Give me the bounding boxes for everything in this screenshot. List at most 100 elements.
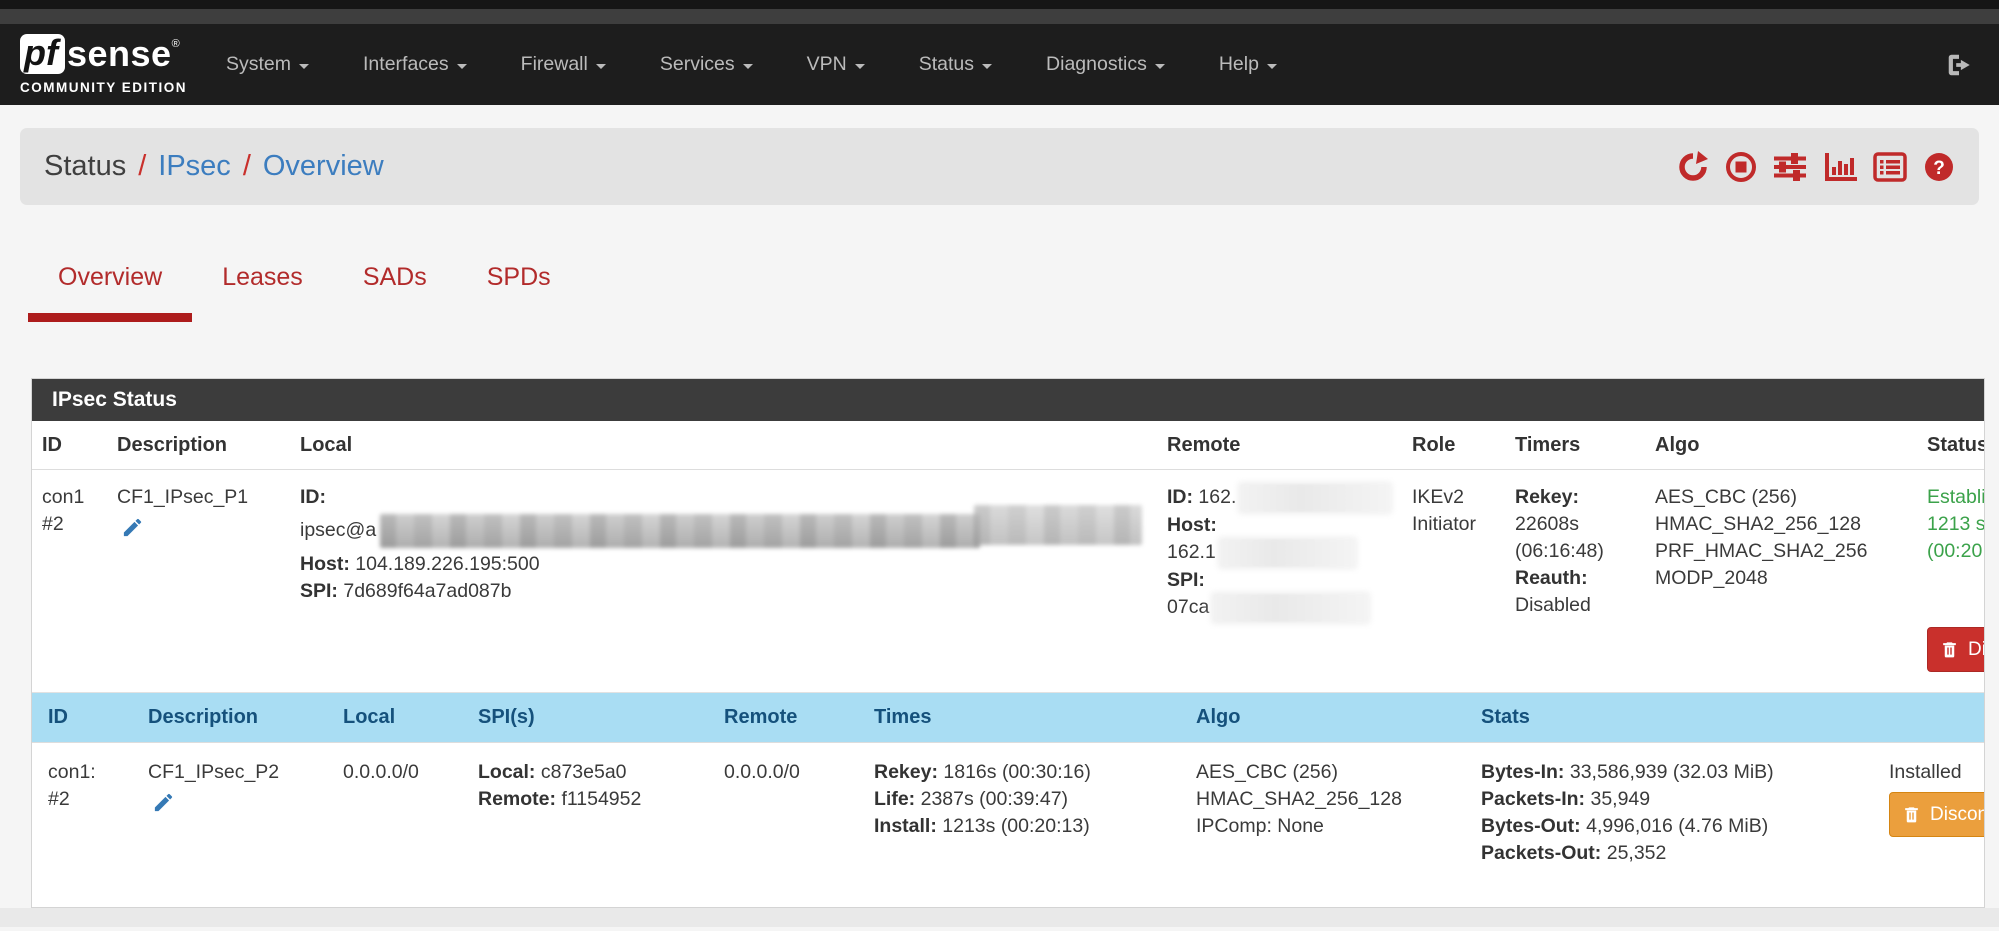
ike-algo-cell: AES_CBC (256) HMAC_SHA2_256_128 PRF_HMAC… bbox=[1645, 470, 1917, 693]
child-life-value: 2387s (00:39:47) bbox=[921, 788, 1068, 810]
redacted-blur bbox=[1220, 539, 1355, 567]
disconnect-button[interactable]: Disconnect bbox=[1927, 627, 1984, 672]
child-description-cell: CF1_IPsec_P2 bbox=[132, 743, 327, 908]
ike-header-row: ID Description Local Remote Role Timers … bbox=[32, 421, 1984, 470]
col-child-stats: Stats bbox=[1465, 693, 1873, 743]
svg-text:?: ? bbox=[1933, 158, 1945, 179]
connection-instance: #2 bbox=[42, 511, 97, 538]
child-times-cell: Rekey: 1816s (00:30:16) Life: 2387s (00:… bbox=[858, 743, 1180, 908]
col-child-description: Description bbox=[132, 693, 327, 743]
stop-icon[interactable] bbox=[1725, 151, 1757, 183]
col-child-spis: SPI(s) bbox=[462, 693, 708, 743]
nav-item-status[interactable]: Status bbox=[892, 53, 1019, 76]
chevron-down-icon bbox=[1155, 64, 1165, 69]
tab-sads[interactable]: SADs bbox=[333, 249, 457, 322]
breadcrumb-separator: / bbox=[243, 150, 251, 183]
local-host-value: 104.189.226.195:500 bbox=[355, 553, 539, 575]
child-install-value: 1213s (00:20:13) bbox=[942, 815, 1089, 837]
spi-local-value: c873e5a0 bbox=[541, 761, 627, 783]
nav-item-services[interactable]: Services bbox=[633, 53, 780, 76]
col-local: Local bbox=[290, 421, 1157, 470]
logo-registered-mark: ® bbox=[172, 38, 180, 50]
bar-chart-icon[interactable] bbox=[1823, 151, 1857, 183]
col-algo: Algo bbox=[1645, 421, 1917, 470]
tab-leases[interactable]: Leases bbox=[192, 249, 333, 322]
nav-item-diagnostics[interactable]: Diagnostics bbox=[1019, 53, 1192, 76]
nav-item-interfaces[interactable]: Interfaces bbox=[336, 53, 494, 76]
remote-host-label: Host: bbox=[1167, 514, 1217, 536]
child-local-cell: 0.0.0.0/0 bbox=[327, 743, 462, 908]
chevron-down-icon bbox=[1267, 64, 1277, 69]
remote-host-value: 162.1 bbox=[1167, 541, 1216, 563]
tab-overview[interactable]: Overview bbox=[28, 249, 192, 322]
breadcrumb-link-overview[interactable]: Overview bbox=[263, 150, 384, 183]
col-role: Role bbox=[1402, 421, 1505, 470]
navbar: pf sense ® COMMUNITY EDITION System Inte… bbox=[0, 24, 1999, 105]
child-remote-cell: 0.0.0.0/0 bbox=[708, 743, 858, 908]
col-timers: Timers bbox=[1505, 421, 1645, 470]
redacted-blur bbox=[1213, 594, 1368, 622]
algo-encryption: AES_CBC (256) bbox=[1655, 484, 1907, 511]
nav-item-firewall[interactable]: Firewall bbox=[494, 53, 633, 76]
nav-item-label: VPN bbox=[807, 53, 847, 76]
col-description: Description bbox=[107, 421, 290, 470]
bytes-in-label: Bytes-In: bbox=[1481, 761, 1564, 783]
window-title-strip bbox=[0, 9, 1999, 24]
pfsense-logo[interactable]: pf sense ® COMMUNITY EDITION bbox=[20, 34, 187, 95]
breadcrumb-bar: Status / IPsec / Overview bbox=[20, 128, 1979, 205]
log-list-icon[interactable] bbox=[1873, 151, 1907, 183]
breadcrumb-section: Status bbox=[44, 150, 126, 183]
child-status-installed: Installed bbox=[1889, 759, 1984, 786]
tab-bar: Overview Leases SADs SPDs bbox=[28, 249, 1999, 322]
edit-pencil-icon[interactable] bbox=[121, 516, 144, 539]
col-child-status bbox=[1873, 693, 1984, 743]
nav-item-vpn[interactable]: VPN bbox=[780, 53, 892, 76]
nav-item-help[interactable]: Help bbox=[1192, 53, 1304, 76]
nav-item-label: System bbox=[226, 53, 291, 76]
tab-spds[interactable]: SPDs bbox=[457, 249, 581, 322]
ike-sa-row: con1 #2 CF1_IPsec_P1 ID: ipsec@a bbox=[32, 470, 1984, 693]
child-life-label: Life: bbox=[874, 788, 915, 810]
trash-icon bbox=[1902, 805, 1921, 824]
ike-description-cell: CF1_IPsec_P1 bbox=[107, 470, 290, 693]
algo-integrity: HMAC_SHA2_256_128 bbox=[1655, 511, 1907, 538]
reauth-value: Disabled bbox=[1515, 592, 1635, 619]
nav-item-label: Status bbox=[919, 53, 974, 76]
col-child-local: Local bbox=[327, 693, 462, 743]
col-id: ID bbox=[32, 421, 107, 470]
trash-icon bbox=[1940, 640, 1959, 659]
help-icon[interactable]: ? bbox=[1923, 151, 1955, 183]
refresh-icon[interactable] bbox=[1677, 151, 1709, 183]
col-child-remote: Remote bbox=[708, 693, 858, 743]
local-spi-label: SPI: bbox=[300, 580, 338, 602]
spi-remote-label: Remote: bbox=[478, 788, 556, 810]
child-remote-subnet: 0.0.0.0/0 bbox=[724, 759, 842, 786]
nav-item-system[interactable]: System bbox=[199, 53, 336, 76]
child-algo-integrity: HMAC_SHA2_256_128 bbox=[1196, 786, 1449, 813]
child-sa-table: ID Description Local SPI(s) Remote Times… bbox=[32, 693, 1984, 907]
breadcrumb-link-ipsec[interactable]: IPsec bbox=[158, 150, 231, 183]
local-host-label: Host: bbox=[300, 553, 350, 575]
col-child-algo: Algo bbox=[1180, 693, 1465, 743]
edit-pencil-icon[interactable] bbox=[152, 791, 175, 814]
remote-id-value: 162. bbox=[1198, 486, 1236, 508]
nav-item-label: Firewall bbox=[521, 53, 588, 76]
rekey-label: Rekey: bbox=[1515, 484, 1635, 511]
local-id-value: ipsec@a bbox=[300, 519, 376, 541]
bytes-out-label: Bytes-Out: bbox=[1481, 815, 1581, 837]
filter-sliders-icon[interactable] bbox=[1773, 151, 1807, 183]
packets-out-value: 25,352 bbox=[1607, 842, 1667, 864]
chevron-down-icon bbox=[982, 64, 992, 69]
rekey-value: 22608s bbox=[1515, 511, 1635, 538]
algo-dh-group: MODP_2048 bbox=[1655, 565, 1907, 592]
ike-status-cell: Established 1213 s (00:20:13) Disconnect bbox=[1917, 470, 1984, 693]
child-description: CF1_IPsec_P2 bbox=[148, 759, 311, 786]
col-child-times: Times bbox=[858, 693, 1180, 743]
ike-timers-cell: Rekey: 22608s (06:16:48) Reauth: Disable… bbox=[1505, 470, 1645, 693]
child-stats-cell: Bytes-In: 33,586,939 (32.03 MiB) Packets… bbox=[1465, 743, 1873, 908]
rekey-time: (06:16:48) bbox=[1515, 538, 1635, 565]
status-established: Established bbox=[1927, 484, 1984, 511]
child-disconnect-button[interactable]: Disconnect bbox=[1889, 792, 1984, 837]
redacted-blur bbox=[1240, 484, 1390, 512]
sign-out-icon[interactable] bbox=[1945, 51, 1973, 79]
